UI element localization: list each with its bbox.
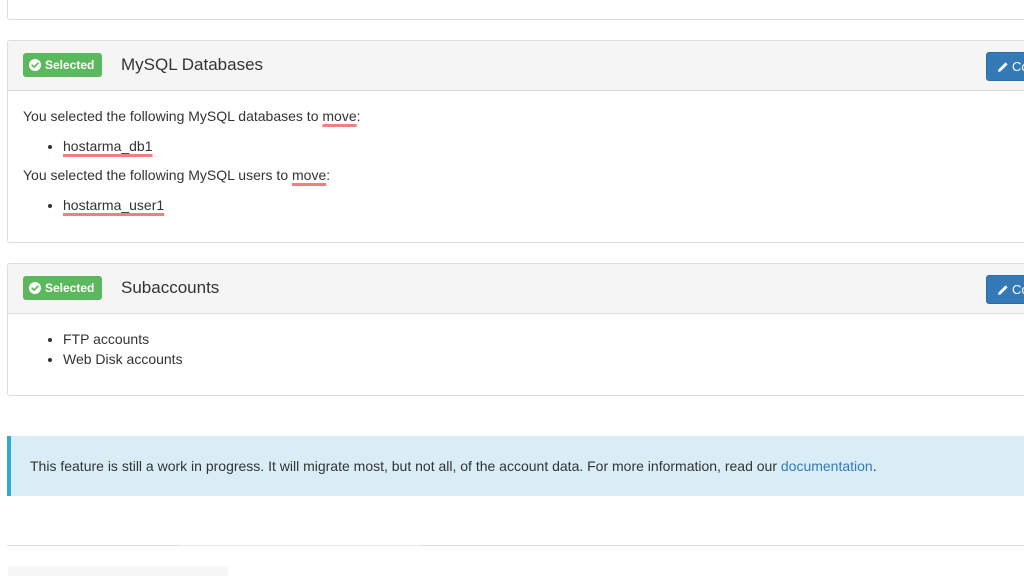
footer-divider [7, 545, 1024, 546]
pencil-icon [998, 61, 1008, 72]
work-in-progress-notice: This feature is still a work in progress… [7, 436, 1024, 496]
footer-divider-accent [180, 545, 420, 546]
notice-suffix: . [872, 458, 877, 474]
configure-subaccounts-button-label: Co [1012, 282, 1024, 297]
subaccounts-list: FTP accounts Web Disk accounts [23, 329, 1021, 369]
selected-badge-label: Selected [45, 281, 95, 295]
pencil-icon [998, 284, 1008, 295]
mysql-panel-heading: Selected MySQL Databases Co [8, 41, 1024, 91]
database-name: hostarma_db1 [63, 138, 153, 154]
users-list: hostarma_user1 [23, 195, 1021, 215]
check-circle-icon [29, 282, 41, 294]
mysql-panel-body: You selected the following MySQL databas… [8, 91, 1024, 215]
selected-badge: Selected [23, 53, 103, 77]
configure-mysql-button[interactable]: Co [986, 52, 1024, 81]
spellcheck-word: move [322, 108, 357, 124]
configure-subaccounts-button[interactable]: Co [986, 275, 1024, 304]
mysql-databases-panel: Selected MySQL Databases Co You selected… [7, 40, 1024, 243]
check-circle-icon [29, 59, 41, 71]
documentation-link[interactable]: documentation [781, 458, 873, 474]
databases-intro: You selected the following MySQL databas… [23, 108, 361, 124]
mysql-panel-title: MySQL Databases [121, 55, 264, 74]
subaccounts-panel: Selected Subaccounts Co FTP accounts Web… [7, 263, 1024, 396]
spellcheck-word: move [292, 167, 327, 183]
subaccounts-panel-heading: Selected Subaccounts Co [8, 264, 1024, 314]
previous-panel-bottom [7, 0, 1024, 20]
user-name: hostarma_user1 [63, 197, 165, 213]
selected-badge: Selected [23, 276, 103, 300]
page: Selected MySQL Databases Co You selected… [0, 0, 1024, 576]
users-intro: You selected the following MySQL users t… [23, 167, 331, 183]
list-item: FTP accounts [63, 329, 1021, 349]
configure-mysql-button-label: Co [1012, 59, 1024, 74]
subaccounts-panel-body: FTP accounts Web Disk accounts [8, 314, 1024, 369]
list-item: hostarma_db1 [63, 136, 1021, 156]
list-item: Web Disk accounts [63, 349, 1021, 369]
selected-badge-label: Selected [45, 58, 95, 72]
subaccounts-panel-title: Subaccounts [121, 278, 220, 297]
notice-text: This feature is still a work in progress… [30, 458, 781, 474]
databases-list: hostarma_db1 [23, 136, 1021, 156]
list-item: hostarma_user1 [63, 195, 1021, 215]
footer-area [8, 566, 228, 576]
